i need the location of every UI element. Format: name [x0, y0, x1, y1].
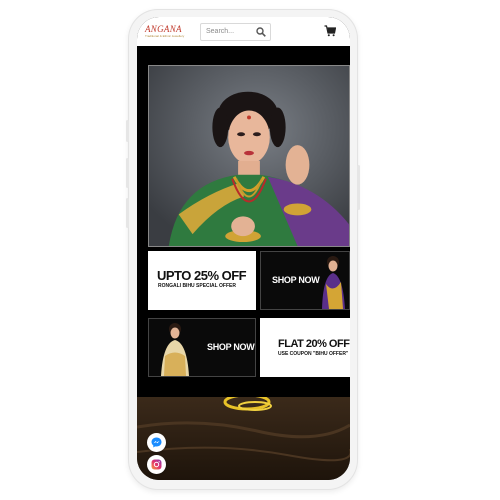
instagram-button[interactable]: [147, 455, 166, 474]
shop-now-label: SHOP NOW: [272, 275, 320, 285]
shop-now-label: SHOP NOW: [207, 342, 255, 352]
coupon-text: USE COUPON "BIHU OFFER": [278, 351, 349, 357]
promo-banner-flat-20[interactable]: FLAT 20% OFF USE COUPON "BIHU OFFER": [260, 318, 350, 377]
promo-subtext: RONGALI BIHU SPECIAL OFFER: [158, 283, 236, 289]
search-input[interactable]: Search...: [200, 23, 271, 41]
messenger-icon: [151, 437, 162, 448]
phone-power-button: [357, 165, 360, 210]
phone-side-button: [126, 120, 129, 142]
instagram-icon: [151, 459, 162, 470]
hero-banner-image[interactable]: [148, 65, 350, 247]
messenger-button[interactable]: [147, 433, 166, 452]
logo-tagline: Traditional & Ethnic Jewellery: [145, 34, 185, 38]
promo-banner-shop-now-1[interactable]: SHOP NOW: [260, 251, 350, 310]
promo-headline: FLAT 20% OFF: [278, 338, 350, 350]
phone-screen: ANGANA Traditional & Ethnic Jewellery Se…: [137, 17, 350, 480]
phone-side-button: [126, 158, 129, 188]
product-banner-image[interactable]: [137, 397, 350, 480]
promo-headline: UPTO 25% OFF: [157, 268, 247, 283]
model-image: [161, 323, 189, 376]
search-icon[interactable]: [256, 27, 266, 37]
promo-banner-shop-now-2[interactable]: SHOP NOW: [148, 318, 256, 377]
promo-banner-upto-25[interactable]: UPTO 25% OFF RONGALI BIHU SPECIAL OFFER: [148, 251, 256, 310]
search-placeholder: Search...: [206, 28, 235, 35]
site-header: ANGANA Traditional & Ethnic Jewellery Se…: [137, 17, 350, 46]
site-logo[interactable]: ANGANA Traditional & Ethnic Jewellery: [145, 24, 191, 39]
cart-icon[interactable]: [324, 25, 336, 37]
model-image: [322, 256, 345, 309]
phone-side-button: [126, 198, 129, 228]
logo-text: ANGANA: [145, 24, 182, 34]
